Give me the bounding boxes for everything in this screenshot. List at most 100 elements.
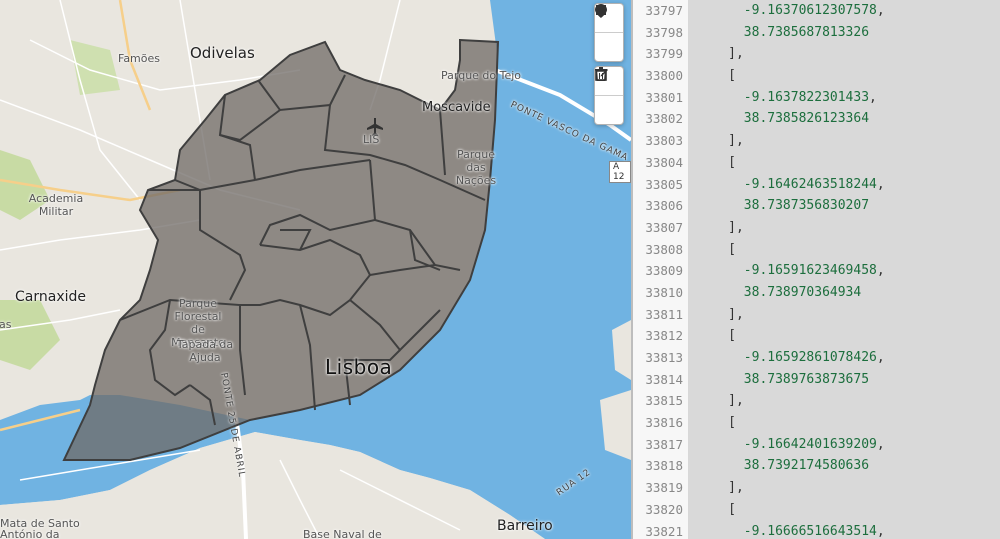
- code-line: [: [689, 65, 1000, 87]
- code-line: -9.16462463518244,: [689, 174, 1000, 196]
- code-text: 38.7387356830207: [743, 198, 870, 214]
- line-number: 33806: [645, 198, 683, 214]
- code-line: [: [689, 239, 1000, 261]
- line-number: 33820: [645, 501, 683, 517]
- line-number: 33813: [645, 350, 683, 365]
- line-number: 33816: [645, 415, 683, 431]
- label-moscavide: Moscavide: [422, 100, 491, 115]
- line-number: 33807: [645, 219, 683, 235]
- code-line: ],: [689, 130, 1000, 152]
- code-line: ],: [689, 390, 1000, 412]
- code-line: 38.7385687813326: [689, 22, 1000, 44]
- code-text: [: [728, 68, 736, 84]
- line-number: 33817: [645, 436, 683, 452]
- code-line: 38.7392174580636: [689, 455, 1000, 477]
- code-text: [: [728, 415, 736, 431]
- line-number: 33808: [645, 241, 683, 257]
- code-line: ],: [689, 477, 1000, 499]
- code-text: 38.7392174580636: [743, 458, 870, 474]
- label-carnaxide: Carnaxide: [15, 289, 86, 305]
- code-editor[interactable]: -9.16370612307578, 38.7385687813326 ], […: [689, 0, 1000, 539]
- label-tapada-da-ajuda: Tapada da Ajuda: [176, 338, 234, 364]
- line-number: 33811: [645, 306, 683, 322]
- code-line: ],: [689, 217, 1000, 239]
- label-parque-das-nacoes: Parque das Nações: [455, 148, 497, 187]
- line-number: 33799: [645, 46, 683, 62]
- line-number: 33821: [645, 523, 683, 539]
- edit-toolbar: [594, 66, 624, 125]
- line-number: 33809: [645, 263, 683, 279]
- code-line: ],: [689, 43, 1000, 65]
- code-line: [: [689, 152, 1000, 174]
- line-number: 33798: [645, 24, 683, 40]
- line-number-gutter: 33797 33798 33799 33800 33801 33802 33803 33804…: [633, 0, 689, 539]
- code-line: 38.7389763873675: [689, 369, 1000, 391]
- line-number: 33815: [645, 393, 683, 409]
- line-number: 33800: [645, 68, 683, 84]
- code-line: -9.16591623469458,: [689, 260, 1000, 282]
- code-text: -9.16666516643514,: [743, 523, 885, 539]
- trash-icon: [595, 67, 607, 81]
- code-text: -9.1637822301433,: [743, 89, 877, 105]
- draw-marker-button[interactable]: [595, 4, 623, 61]
- code-line: -9.16370612307578,: [689, 0, 1000, 22]
- line-number: 33819: [645, 480, 683, 496]
- code-text: -9.16591623469458,: [743, 263, 885, 279]
- app: Famões Odivelas Parque do Tejo PONTE VAS…: [0, 0, 1000, 539]
- code-line: -9.1637822301433,: [689, 87, 1000, 109]
- marker-icon: [595, 4, 607, 18]
- line-number: 33801: [645, 89, 683, 105]
- line-number: 33804: [645, 154, 683, 170]
- code-line: 38.738970364934: [689, 282, 1000, 304]
- code-text: [: [728, 501, 736, 517]
- code-text: ],: [728, 133, 744, 149]
- code-line: -9.16666516643514,: [689, 521, 1000, 539]
- line-number: 33797: [645, 3, 683, 18]
- map-view[interactable]: Famões Odivelas Parque do Tejo PONTE VAS…: [0, 0, 631, 539]
- line-number: 33805: [645, 176, 683, 192]
- code-line: -9.16592861078426,: [689, 347, 1000, 369]
- code-text: [: [728, 154, 736, 170]
- line-number: 33814: [645, 371, 683, 387]
- code-line: -9.16642401639209,: [689, 434, 1000, 456]
- draw-toolbar: [594, 3, 624, 62]
- line-number: 33818: [645, 458, 683, 474]
- label-odivelas: Odivelas: [190, 44, 255, 62]
- label-barreiro: Barreiro: [497, 518, 553, 534]
- label-famoes: Famões: [118, 52, 161, 65]
- road-shield-a12: A 12: [609, 161, 631, 183]
- label-antonio-da: António da: [0, 528, 60, 539]
- line-number: 33803: [645, 133, 683, 149]
- code-text: -9.16462463518244,: [743, 176, 885, 192]
- code-text: [: [728, 241, 736, 257]
- code-line: ],: [689, 304, 1000, 326]
- map-canvas[interactable]: [0, 0, 631, 539]
- label-lis: LIS: [363, 133, 380, 146]
- code-text: ],: [728, 219, 744, 235]
- label-academia-militar: Academia Militar: [28, 192, 84, 218]
- code-text: 38.7385687813326: [743, 24, 870, 40]
- code-text: [: [728, 328, 736, 344]
- line-number: 33810: [645, 284, 683, 300]
- code-text: ],: [728, 306, 744, 322]
- line-number: 33802: [645, 111, 683, 127]
- line-number: 33812: [645, 328, 683, 344]
- code-line: 38.7385826123364: [689, 108, 1000, 130]
- delete-layers-button[interactable]: [595, 67, 623, 124]
- code-text: ],: [728, 480, 744, 496]
- code-line: [: [689, 499, 1000, 521]
- code-text: 38.7389763873675: [743, 371, 870, 387]
- label-base-naval: Base Naval de: [303, 528, 382, 539]
- code-line: 38.7387356830207: [689, 195, 1000, 217]
- code-text: ],: [728, 393, 744, 409]
- code-line: [: [689, 412, 1000, 434]
- code-text: ],: [728, 46, 744, 62]
- code-text: 38.738970364934: [743, 284, 862, 300]
- code-text: -9.16642401639209,: [743, 436, 885, 452]
- label-lisboa: Lisboa: [325, 355, 393, 379]
- code-text: -9.16370612307578,: [743, 3, 885, 18]
- code-text: 38.7385826123364: [743, 111, 870, 127]
- label-as: as: [0, 318, 12, 331]
- code-text: -9.16592861078426,: [743, 350, 885, 365]
- code-line: [: [689, 325, 1000, 347]
